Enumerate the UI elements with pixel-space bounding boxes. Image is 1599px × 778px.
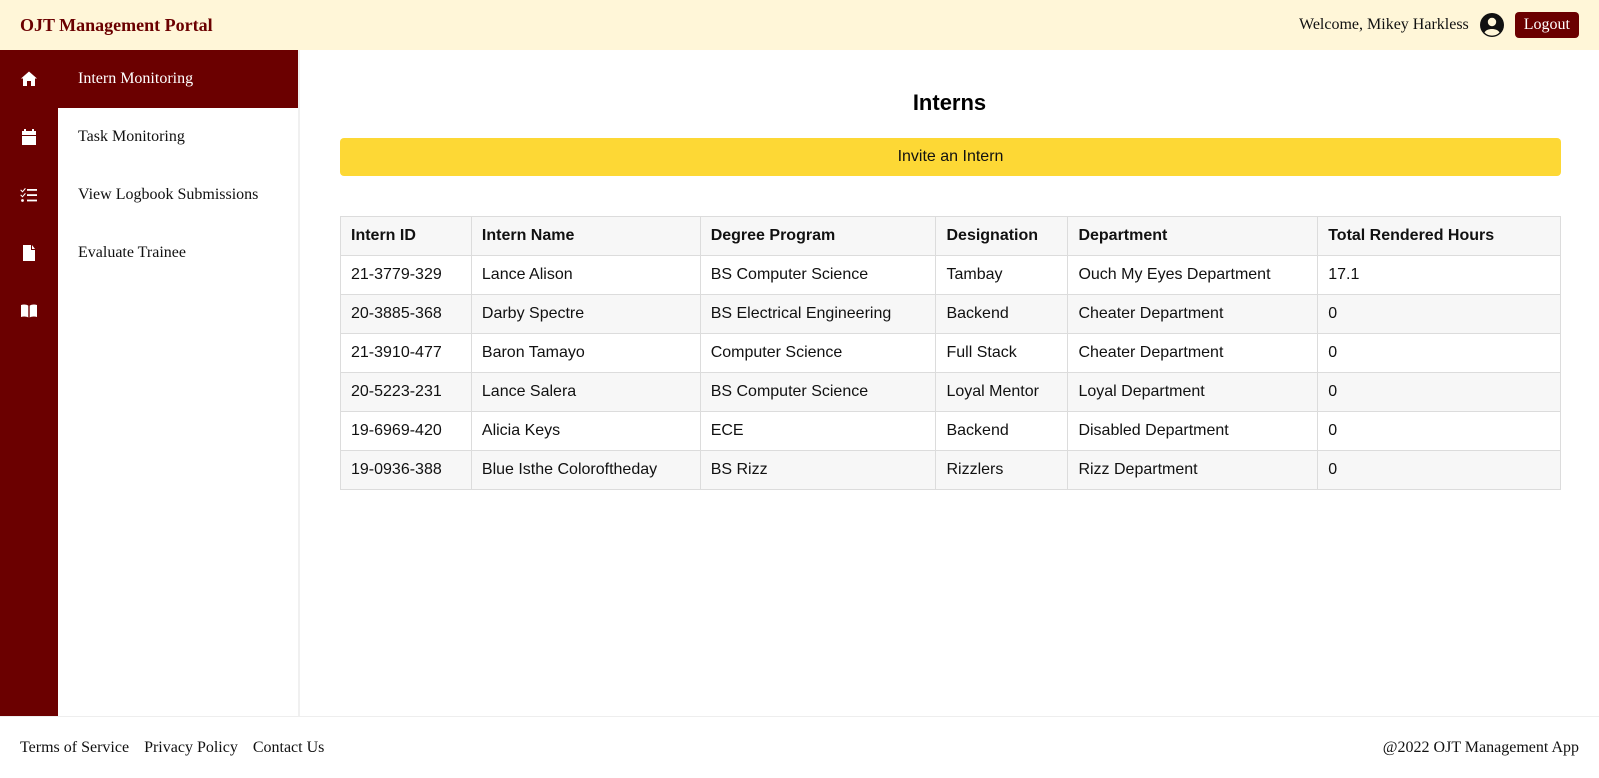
cell-degree-program: ECE (699, 411, 937, 451)
page-title: Interns (912, 90, 987, 115)
user-avatar-icon[interactable] (1479, 12, 1505, 38)
cell-department: Disabled Department (1067, 411, 1319, 451)
cell-intern-name: Darby Spectre (470, 294, 701, 334)
checklist-icon (20, 188, 37, 202)
cell-department: Rizz Department (1067, 450, 1319, 490)
cell-designation: Tambay (935, 255, 1069, 295)
page-footer: Terms of Service Privacy Policy Contact … (0, 716, 1599, 778)
column-header-total-hours: Total Rendered Hours (1317, 216, 1561, 256)
cell-designation: Backend (935, 411, 1069, 451)
top-header: OJT Management Portal Welcome, Mikey Har… (0, 0, 1599, 50)
rail-item-document[interactable] (0, 224, 58, 282)
logout-button[interactable]: Logout (1514, 12, 1579, 38)
rail-item-calendar[interactable] (0, 108, 58, 166)
rail-item-book[interactable] (0, 282, 58, 340)
table-row[interactable]: 19-0936-388 Blue Isthe Coloroftheday BS … (340, 450, 1561, 490)
rail-item-home[interactable] (0, 50, 58, 108)
cell-degree-program: BS Electrical Engineering (699, 294, 937, 334)
cell-intern-id: 19-0936-388 (340, 450, 472, 490)
table-row[interactable]: 19-6969-420 Alicia Keys ECE Backend Disa… (340, 411, 1561, 451)
cell-designation: Full Stack (935, 333, 1069, 373)
calendar-icon (22, 129, 36, 145)
sidebar-item-logbook-submissions[interactable]: View Logbook Submissions (58, 166, 298, 224)
sidebar-item-task-monitoring[interactable]: Task Monitoring (58, 108, 298, 166)
header-user-area: Welcome, Mikey Harkless Logout (1299, 12, 1579, 38)
column-header-degree-program: Degree Program (699, 216, 937, 256)
cell-intern-name: Lance Salera (470, 372, 701, 412)
table-row[interactable]: 21-3910-477 Baron Tamayo Computer Scienc… (340, 333, 1561, 373)
table-row[interactable]: 20-3885-368 Darby Spectre BS Electrical … (340, 294, 1561, 334)
cell-intern-name: Blue Isthe Coloroftheday (470, 450, 701, 490)
cell-total-hours: 0 (1317, 294, 1561, 334)
cell-total-hours: 0 (1317, 450, 1561, 490)
invite-intern-button[interactable]: Invite an Intern (340, 138, 1561, 176)
cell-designation: Loyal Mentor (935, 372, 1069, 412)
cell-designation: Backend (935, 294, 1069, 334)
terms-of-service-link[interactable]: Terms of Service (20, 739, 129, 757)
book-icon (21, 304, 37, 318)
cell-intern-id: 20-3885-368 (340, 294, 472, 334)
column-header-intern-id: Intern ID (340, 216, 472, 256)
home-icon (21, 71, 37, 86)
sidebar-item-intern-monitoring[interactable]: Intern Monitoring (58, 50, 298, 108)
column-header-department: Department (1067, 216, 1319, 256)
icon-rail (0, 50, 58, 716)
contact-us-link[interactable]: Contact Us (253, 739, 325, 757)
cell-intern-name: Lance Alison (470, 255, 701, 295)
sidebar-nav: Intern Monitoring Task Monitoring View L… (58, 50, 300, 716)
welcome-text: Welcome, Mikey Harkless (1299, 16, 1469, 33)
cell-total-hours: 17.1 (1317, 255, 1561, 295)
cell-degree-program: BS Rizz (699, 450, 937, 490)
table-row[interactable]: 20-5223-231 Lance Salera BS Computer Sci… (340, 372, 1561, 412)
copyright-text: @2022 OJT Management App (1382, 738, 1579, 756)
column-header-designation: Designation (935, 216, 1069, 256)
document-icon (23, 245, 35, 261)
table-header-row: Intern ID Intern Name Degree Program Des… (340, 216, 1561, 256)
cell-intern-name: Alicia Keys (470, 411, 701, 451)
cell-department: Cheater Department (1067, 333, 1319, 373)
column-header-intern-name: Intern Name (470, 216, 701, 256)
cell-intern-id: 19-6969-420 (340, 411, 472, 451)
cell-intern-id: 21-3779-329 (340, 255, 472, 295)
table-row[interactable]: 21-3779-329 Lance Alison BS Computer Sci… (340, 255, 1561, 295)
interns-table: Intern ID Intern Name Degree Program Des… (340, 216, 1561, 490)
cell-intern-id: 20-5223-231 (340, 372, 472, 412)
cell-total-hours: 0 (1317, 333, 1561, 373)
cell-department: Cheater Department (1067, 294, 1319, 334)
cell-degree-program: BS Computer Science (699, 372, 937, 412)
rail-item-tasks[interactable] (0, 166, 58, 224)
cell-total-hours: 0 (1317, 372, 1561, 412)
privacy-policy-link[interactable]: Privacy Policy (144, 739, 238, 757)
cell-intern-id: 21-3910-477 (340, 333, 472, 373)
cell-degree-program: Computer Science (699, 333, 937, 373)
cell-department: Ouch My Eyes Department (1067, 255, 1319, 295)
cell-intern-name: Baron Tamayo (470, 333, 701, 373)
main-content: Interns Invite an Intern Intern ID Inter… (300, 50, 1599, 716)
cell-department: Loyal Department (1067, 372, 1319, 412)
cell-designation: Rizzlers (935, 450, 1069, 490)
cell-total-hours: 0 (1317, 411, 1561, 451)
cell-degree-program: BS Computer Science (699, 255, 937, 295)
footer-links: Terms of Service Privacy Policy Contact … (20, 739, 324, 757)
sidebar-item-evaluate-trainee[interactable]: Evaluate Trainee (58, 224, 298, 282)
app-title: OJT Management Portal (20, 14, 213, 35)
